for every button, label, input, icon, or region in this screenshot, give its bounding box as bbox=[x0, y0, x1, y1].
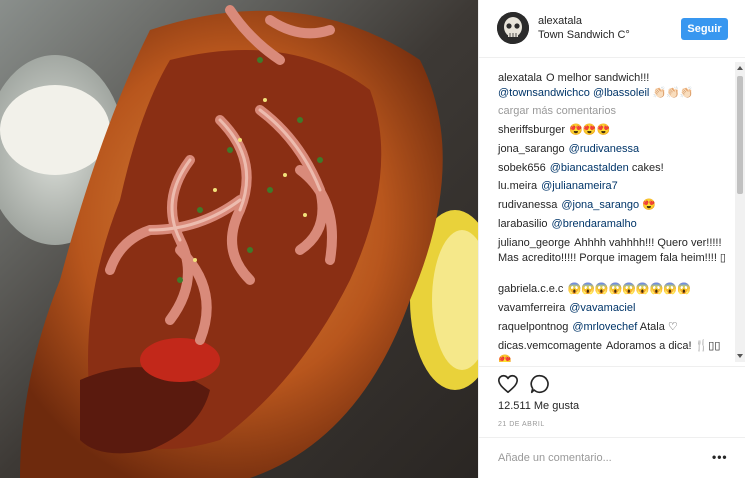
comments-list[interactable]: alexatala O melhor sandwich!!! @townsandw… bbox=[479, 62, 745, 362]
more-options-icon[interactable]: ••• bbox=[712, 450, 728, 464]
comment-item: sheriffsburger 😍😍😍 bbox=[498, 123, 734, 138]
comment-mention[interactable]: @brendaramalho bbox=[552, 218, 637, 230]
likes-count[interactable]: 12.511 Me gusta bbox=[498, 400, 579, 412]
scroll-down-arrow-icon[interactable] bbox=[737, 354, 743, 358]
load-more-comments[interactable]: cargar más comentarios bbox=[498, 105, 616, 117]
comment-mention[interactable]: @julianameira7 bbox=[541, 180, 618, 192]
comment-emoji: 😍😍😍 bbox=[569, 124, 611, 136]
comment-item: raquelpontnog @mrlovechef Atala ♡ bbox=[498, 320, 734, 335]
caption-emoji: 👏🏻👏🏻👏🏻 bbox=[652, 87, 694, 99]
post-caption: alexatala O melhor sandwich!!! @townsandw… bbox=[498, 71, 736, 101]
post-photo[interactable] bbox=[0, 0, 478, 478]
comment-username[interactable]: juliano_george bbox=[498, 237, 570, 249]
comment-mention[interactable]: @mrlovechef bbox=[572, 321, 637, 333]
comment-item: dicas.vemcomagente Adoramos a dica! 🍴▯▯😍 bbox=[498, 339, 734, 362]
comment-username[interactable]: raquelpontnog bbox=[498, 321, 568, 333]
caption-text: O melhor sandwich!!! bbox=[546, 72, 650, 84]
post-actions bbox=[479, 366, 745, 402]
comment-text: Atala ♡ bbox=[637, 321, 678, 333]
caption-username[interactable]: alexatala bbox=[498, 72, 542, 84]
post-username[interactable]: alexatala bbox=[538, 15, 582, 27]
post-side-panel: alexatala Town Sandwich C° Seguir alexat… bbox=[478, 0, 745, 478]
comment-emoji: 😱😱😱😱😱😱😱😱😱 bbox=[567, 283, 691, 295]
comment-username[interactable]: vavamferreira bbox=[498, 302, 565, 314]
comment-item: vavamferreira @vavamaciel bbox=[498, 301, 734, 316]
comment-username[interactable]: larabasilio bbox=[498, 218, 548, 230]
avatar[interactable] bbox=[497, 12, 529, 44]
caption-mention[interactable]: @townsandwichco bbox=[498, 87, 590, 99]
comment-text: cakes! bbox=[628, 162, 664, 174]
comment-username[interactable]: sheriffsburger bbox=[498, 124, 565, 136]
add-comment-bar: ••• bbox=[479, 437, 745, 478]
comment-username[interactable]: sobek656 bbox=[498, 162, 546, 174]
comment-username[interactable]: rudivanessa bbox=[498, 199, 557, 211]
follow-button[interactable]: Seguir bbox=[681, 18, 728, 40]
comment-item: rudivanessa @jona_sarango 😍 bbox=[498, 198, 734, 213]
comment-username[interactable]: dicas.vemcomagente bbox=[498, 340, 602, 352]
skull-avatar-icon bbox=[497, 12, 529, 44]
scroll-thumb[interactable] bbox=[737, 76, 743, 194]
comment-mention[interactable]: @rudivanessa bbox=[569, 143, 639, 155]
comments-scrollbar[interactable] bbox=[735, 62, 745, 362]
comment-item: juliano_george Ahhhh vahhhh!!! Quero ver!… bbox=[498, 236, 734, 266]
comment-item: larabasilio @brendaramalho bbox=[498, 217, 734, 232]
comment-item: gabriela.c.e.c 😱😱😱😱😱😱😱😱😱 bbox=[498, 282, 734, 297]
comment-mention[interactable]: @biancastalden bbox=[550, 162, 629, 174]
comment-item: sobek656 @biancastalden cakes! bbox=[498, 161, 734, 176]
comment-mention[interactable]: @vavamaciel bbox=[569, 302, 635, 314]
comment-item: jona_sarango @rudivanessa bbox=[498, 142, 734, 157]
comment-username[interactable]: jona_sarango bbox=[498, 143, 565, 155]
sandwich-image bbox=[0, 0, 478, 478]
comment-icon[interactable] bbox=[529, 373, 551, 395]
comment-mention[interactable]: @jona_sarango bbox=[561, 199, 639, 211]
post-date: 21 DE ABRIL bbox=[498, 421, 545, 428]
caption-mention[interactable]: @lbassoleil bbox=[593, 87, 649, 99]
add-comment-input[interactable] bbox=[498, 450, 698, 466]
comment-item: lu.meira @julianameira7 bbox=[498, 179, 734, 194]
scroll-up-arrow-icon[interactable] bbox=[737, 66, 743, 70]
comment-emoji: 😍 bbox=[642, 199, 656, 211]
comment-username[interactable]: gabriela.c.e.c bbox=[498, 283, 563, 295]
comment-username[interactable]: lu.meira bbox=[498, 180, 537, 192]
post-header: alexatala Town Sandwich C° Seguir bbox=[479, 0, 745, 58]
post-location[interactable]: Town Sandwich C° bbox=[538, 29, 630, 41]
heart-icon[interactable] bbox=[497, 373, 519, 395]
